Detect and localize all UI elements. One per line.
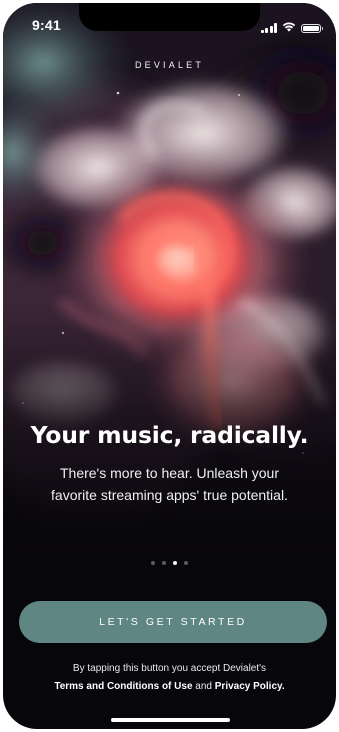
page-indicator[interactable] xyxy=(3,561,336,565)
legal-notice: By tapping this button you accept Devial… xyxy=(13,660,326,696)
status-icons xyxy=(260,19,323,37)
status-bar: 9:41 xyxy=(3,3,336,47)
legal-suffix: . xyxy=(281,681,285,692)
page-dot[interactable] xyxy=(162,561,166,565)
page-dot[interactable] xyxy=(184,561,188,565)
legal-prefix: By tapping this button you accept Devial… xyxy=(72,663,267,674)
get-started-button[interactable]: LET'S GET STARTED xyxy=(19,601,327,643)
battery-level xyxy=(303,25,319,31)
status-time: 9:41 xyxy=(32,17,61,33)
brand-logo: DEVIALET xyxy=(134,60,205,70)
hero-headline: Your music, radically. xyxy=(30,421,309,449)
device-notch xyxy=(79,3,260,31)
page-dot[interactable] xyxy=(173,561,177,565)
privacy-policy-link[interactable]: Privacy Policy xyxy=(215,681,282,692)
wifi-icon xyxy=(282,19,296,37)
cellular-signal-icon xyxy=(260,23,277,33)
terms-link[interactable]: Terms and Conditions of Use xyxy=(54,681,192,692)
home-indicator[interactable] xyxy=(111,718,230,722)
onboarding-screen: 9:41 DEVIALET Your music, radically. The… xyxy=(3,3,336,729)
legal-joiner: and xyxy=(192,681,215,692)
page-dot[interactable] xyxy=(151,561,155,565)
battery-icon xyxy=(301,23,323,33)
hero-subtext: There's more to hear. Unleash your favor… xyxy=(51,465,288,503)
